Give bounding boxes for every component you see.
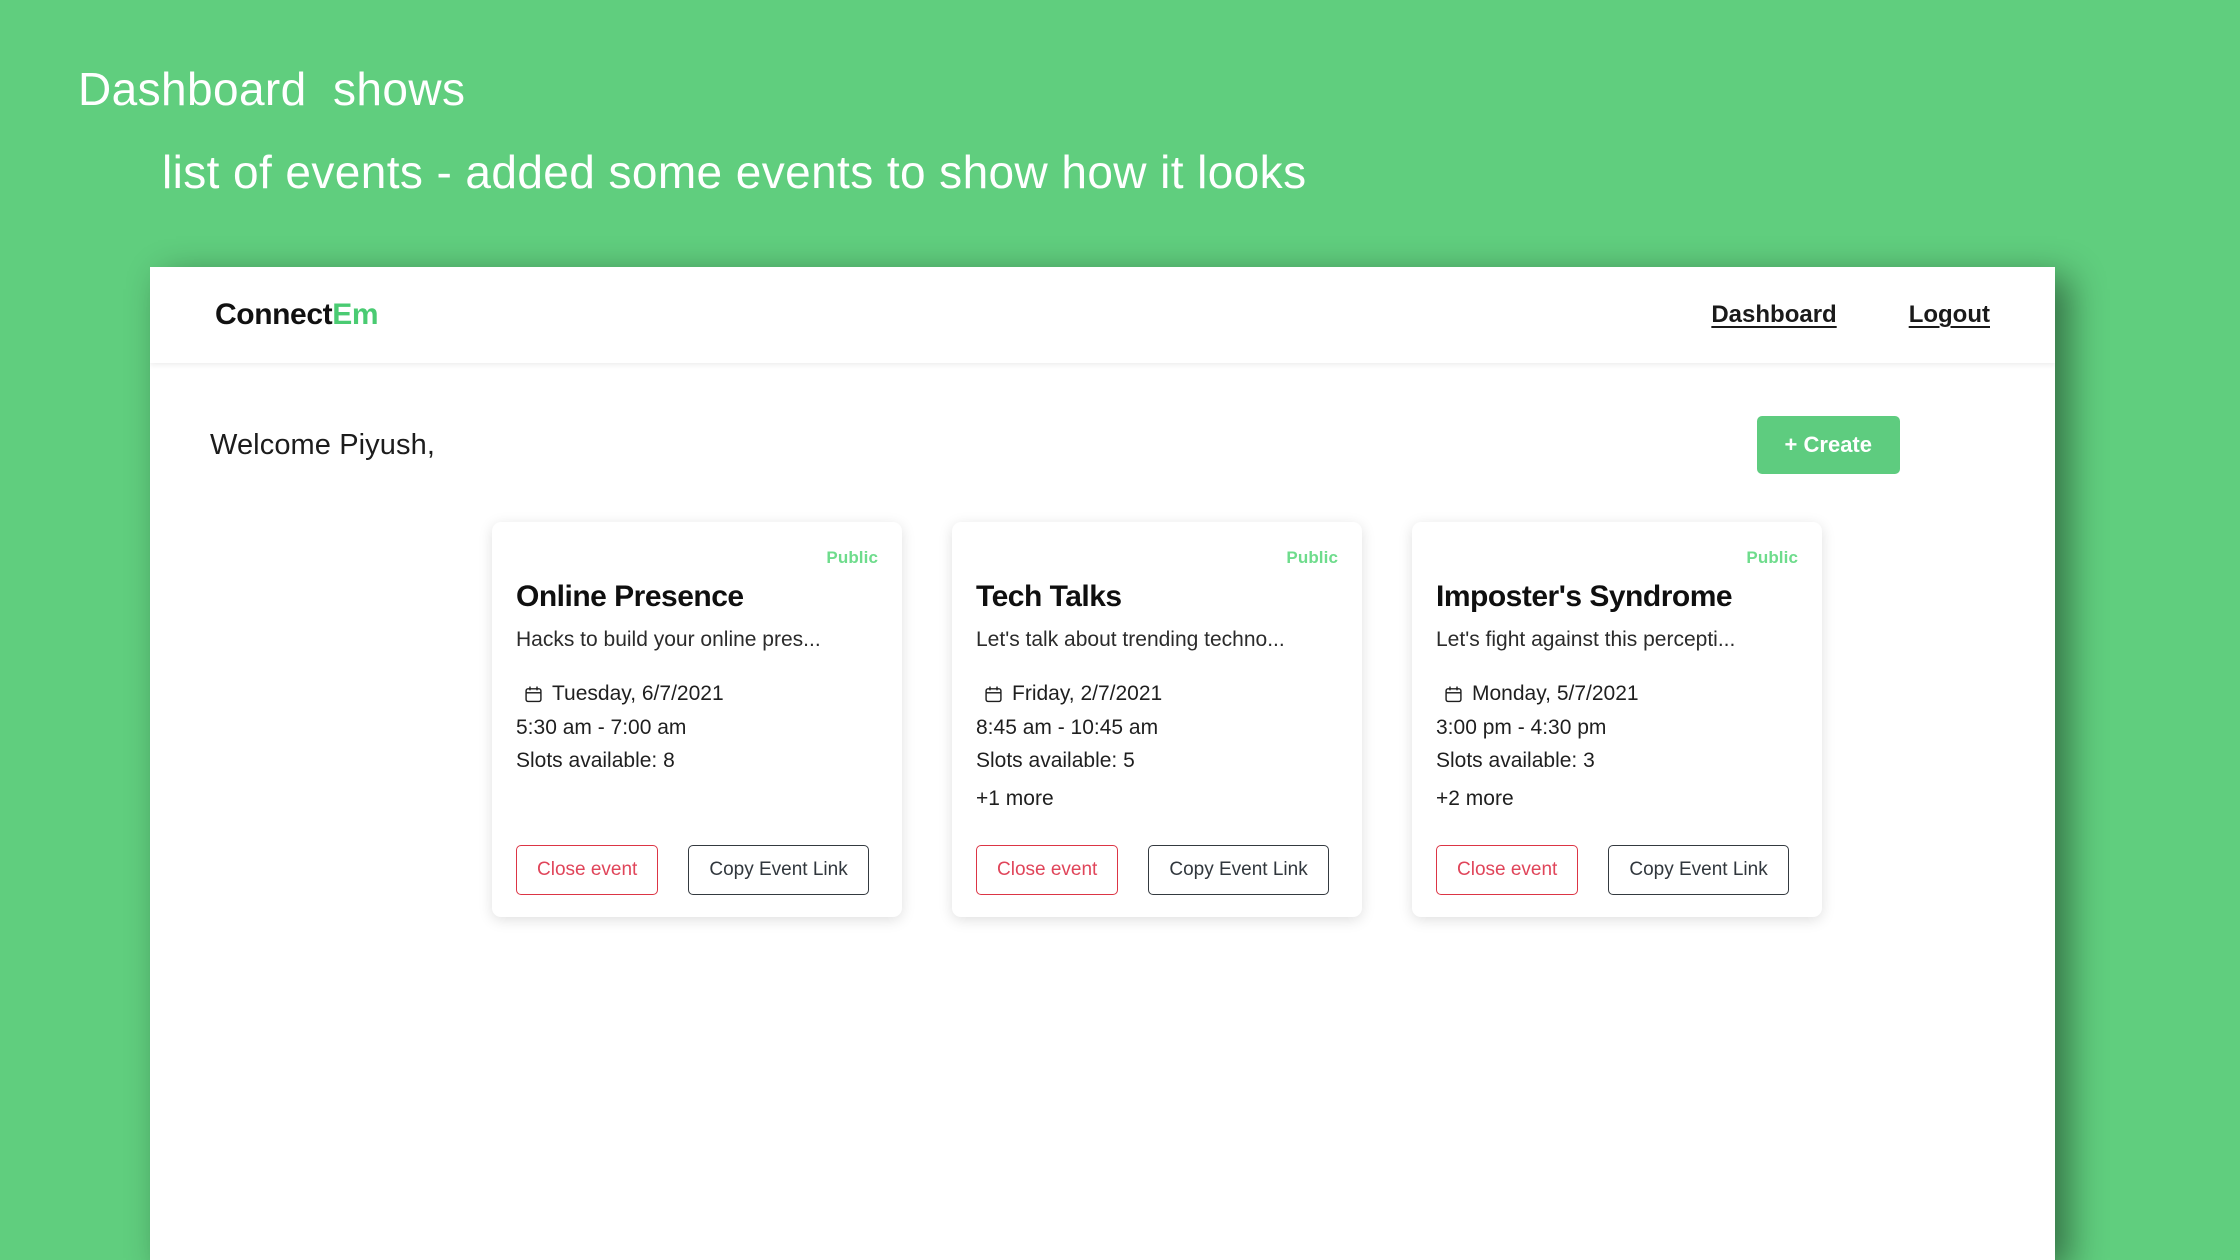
card-actions: Close event Copy Event Link xyxy=(1436,845,1798,895)
calendar-icon xyxy=(524,685,543,704)
badge-row: Public xyxy=(1436,548,1798,574)
event-more-count: +2 more xyxy=(1436,786,1514,810)
event-slots: Slots available: 5 xyxy=(976,749,1135,773)
close-event-button[interactable]: Close event xyxy=(1436,845,1579,895)
event-description: Let's fight against this percepti... xyxy=(1436,628,1736,651)
event-meta: Monday, 5/7/2021 3:00 pm - 4:30 pm Slots… xyxy=(1436,682,1798,819)
slide-annotation: Dashboard shows list of events - added s… xyxy=(0,0,2240,200)
dashboard-content: Welcome Piyush, + Create Public Online P… xyxy=(150,363,2055,917)
nav-links: Dashboard Logout xyxy=(1711,301,1990,329)
event-time: 5:30 am - 7:00 am xyxy=(516,715,687,739)
status-badge: Public xyxy=(1286,548,1338,567)
event-date: Monday, 5/7/2021 xyxy=(1472,682,1639,705)
close-event-button[interactable]: Close event xyxy=(976,845,1119,895)
app-window: ConnectEm Dashboard Logout Welcome Piyus… xyxy=(150,267,2055,1260)
brand-logo[interactable]: ConnectEm xyxy=(215,298,378,332)
event-more-count: +1 more xyxy=(976,786,1054,810)
event-title: Imposter's Syndrome xyxy=(1436,580,1733,613)
nav-link-dashboard[interactable]: Dashboard xyxy=(1711,301,1836,329)
event-title: Tech Talks xyxy=(976,580,1122,613)
copy-event-link-button[interactable]: Copy Event Link xyxy=(688,845,869,895)
event-meta: Tuesday, 6/7/2021 5:30 am - 7:00 am Slot… xyxy=(516,682,878,819)
event-slots: Slots available: 8 xyxy=(516,749,675,773)
welcome-message: Welcome Piyush, xyxy=(210,428,435,461)
event-date: Friday, 2/7/2021 xyxy=(1012,682,1163,705)
event-date-row: Tuesday, 6/7/2021 xyxy=(516,682,878,706)
close-event-button[interactable]: Close event xyxy=(516,845,659,895)
annotation-line-1: Dashboard shows xyxy=(78,63,466,115)
badge-row: Public xyxy=(516,548,878,574)
event-card[interactable]: Public Online Presence Hacks to build yo… xyxy=(492,522,902,917)
annotation-line-2: list of events - added some events to sh… xyxy=(162,146,1307,199)
calendar-icon xyxy=(984,685,1003,704)
event-date-row: Monday, 5/7/2021 xyxy=(1436,682,1798,706)
card-actions: Close event Copy Event Link xyxy=(516,845,878,895)
card-actions: Close event Copy Event Link xyxy=(976,845,1338,895)
event-time: 8:45 am - 10:45 am xyxy=(976,715,1159,739)
event-meta: Friday, 2/7/2021 8:45 am - 10:45 am Slot… xyxy=(976,682,1338,819)
welcome-row: Welcome Piyush, + Create xyxy=(210,363,1995,479)
event-slots: Slots available: 3 xyxy=(1436,749,1595,773)
navbar: ConnectEm Dashboard Logout xyxy=(150,267,2055,363)
events-list: Public Online Presence Hacks to build yo… xyxy=(210,479,1995,917)
status-badge: Public xyxy=(826,548,878,567)
event-card[interactable]: Public Tech Talks Let's talk about trend… xyxy=(952,522,1362,917)
event-title: Online Presence xyxy=(516,580,744,613)
badge-row: Public xyxy=(976,548,1338,574)
status-badge: Public xyxy=(1746,548,1798,567)
event-time: 3:00 pm - 4:30 pm xyxy=(1436,715,1607,739)
copy-event-link-button[interactable]: Copy Event Link xyxy=(1608,845,1789,895)
create-event-button[interactable]: + Create xyxy=(1756,416,1900,474)
copy-event-link-button[interactable]: Copy Event Link xyxy=(1148,845,1329,895)
event-date-row: Friday, 2/7/2021 xyxy=(976,682,1338,706)
event-card[interactable]: Public Imposter's Syndrome Let's fight a… xyxy=(1412,522,1822,917)
calendar-icon xyxy=(1444,685,1463,704)
event-description: Let's talk about trending techno... xyxy=(976,628,1285,651)
brand-logo-primary: Connect xyxy=(215,298,333,331)
event-description: Hacks to build your online pres... xyxy=(516,628,821,651)
event-date: Tuesday, 6/7/2021 xyxy=(552,682,724,705)
nav-link-logout[interactable]: Logout xyxy=(1909,301,1990,329)
brand-logo-accent: Em xyxy=(332,298,379,331)
